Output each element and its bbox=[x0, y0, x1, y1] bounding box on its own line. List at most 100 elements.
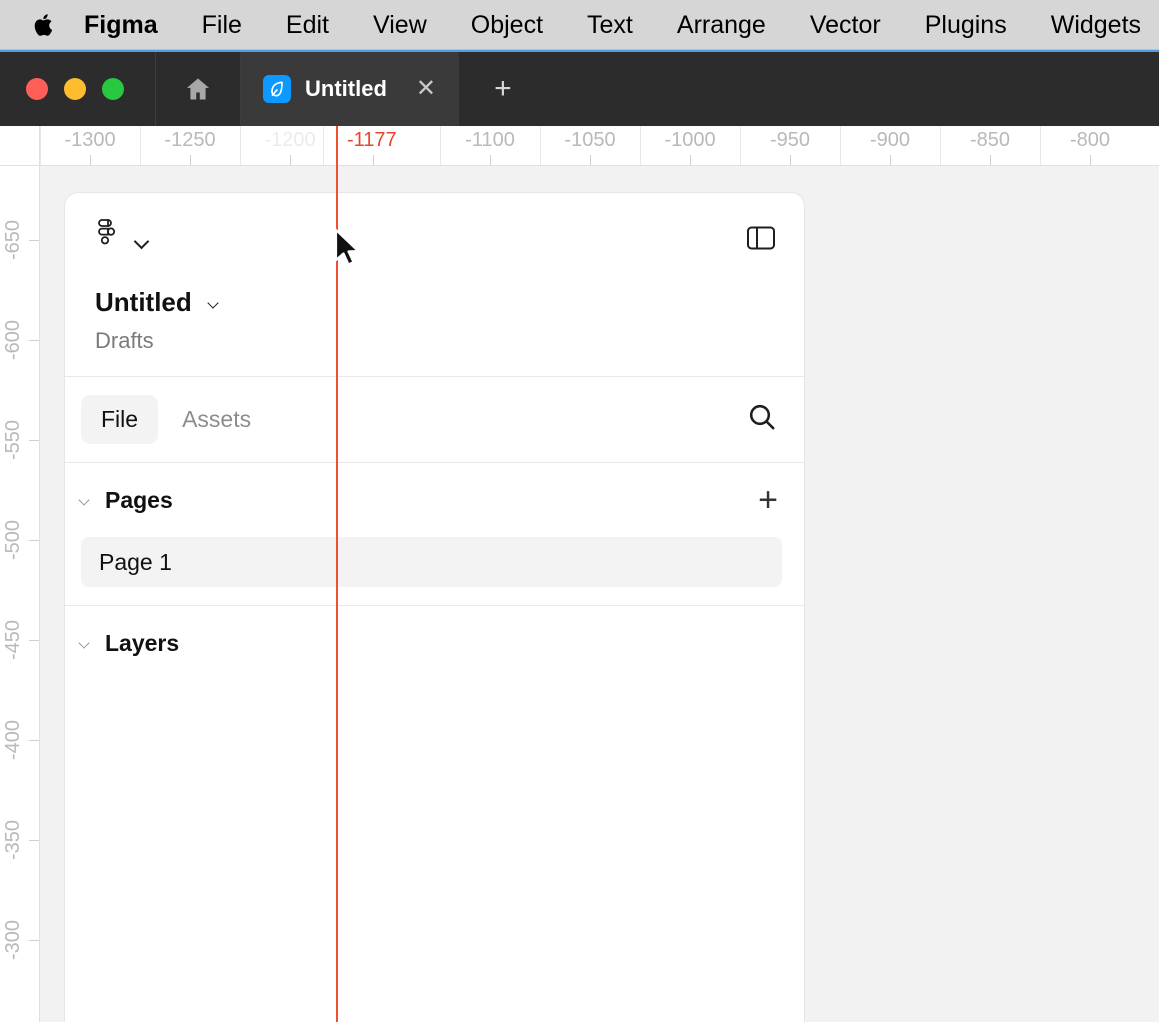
new-tab-button[interactable]: + bbox=[460, 52, 546, 126]
menu-item-file[interactable]: File bbox=[180, 0, 264, 49]
ruler-tick bbox=[90, 155, 91, 165]
ruler-tick-label: -900 bbox=[869, 129, 911, 151]
page-label: Page 1 bbox=[99, 548, 172, 575]
ruler-tick bbox=[29, 240, 39, 241]
ruler-tick-label: -800 bbox=[1069, 129, 1111, 151]
figma-menu-button[interactable] bbox=[95, 218, 149, 262]
ruler-tick bbox=[29, 440, 39, 441]
ruler-tick-label: -1250 bbox=[164, 129, 216, 151]
tab-file[interactable]: File bbox=[81, 395, 159, 444]
ruler-tick bbox=[290, 155, 291, 165]
pages-section-header[interactable]: Pages + bbox=[79, 463, 782, 537]
ruler-tick-label: -350 bbox=[2, 819, 24, 861]
page-title: Untitled bbox=[95, 287, 192, 317]
ruler-tick bbox=[29, 940, 39, 941]
ruler-tick bbox=[590, 155, 591, 165]
apple-logo-icon[interactable] bbox=[34, 8, 56, 42]
ruler-tick bbox=[29, 840, 39, 841]
home-icon[interactable] bbox=[156, 52, 241, 126]
ruler-tick-label: -1050 bbox=[564, 129, 616, 151]
ruler-tick bbox=[490, 155, 491, 165]
ruler-major-line bbox=[1040, 126, 1041, 165]
vertical-guide-line[interactable] bbox=[336, 126, 338, 1022]
menu-item-object[interactable]: Object bbox=[449, 0, 565, 49]
chevron-down-icon bbox=[135, 236, 149, 244]
vertical-ruler[interactable]: -650 -600 -550 -500 -450 -400 -350 -300 bbox=[0, 166, 40, 1022]
menu-item-edit[interactable]: Edit bbox=[264, 0, 351, 49]
menu-item-view[interactable]: View bbox=[351, 0, 449, 49]
figma-design-file-icon bbox=[263, 75, 291, 103]
ruler-tick-label: -400 bbox=[2, 719, 24, 761]
window-tab-bar: Untitled ✕ + bbox=[0, 50, 1159, 126]
menu-item-arrange[interactable]: Arrange bbox=[655, 0, 788, 49]
ruler-major-line bbox=[323, 126, 324, 165]
ruler-tick-label: -1200 bbox=[264, 129, 316, 151]
menu-item-figma[interactable]: Figma bbox=[84, 0, 180, 49]
ruler-major-line bbox=[40, 126, 41, 165]
list-item[interactable]: Page 1 bbox=[81, 537, 782, 587]
ruler-tick-label: -1100 bbox=[465, 129, 515, 151]
file-location-label: Drafts bbox=[95, 328, 154, 353]
ruler-corner bbox=[0, 126, 40, 166]
ruler-tick bbox=[29, 340, 39, 341]
ruler-tick bbox=[890, 155, 891, 165]
ruler-major-line bbox=[640, 126, 641, 165]
ruler-tick bbox=[690, 155, 691, 165]
ruler-tick-label: -1300 bbox=[64, 129, 116, 151]
ruler-tick-label: -1000 bbox=[664, 129, 716, 151]
ruler-tick-label: -600 bbox=[2, 319, 24, 361]
file-name-row[interactable]: Untitled bbox=[95, 287, 776, 318]
close-window-button[interactable] bbox=[26, 78, 48, 100]
layers-section-header[interactable]: Layers bbox=[79, 606, 782, 680]
ruler-tick bbox=[190, 155, 191, 165]
ruler-tick bbox=[29, 540, 39, 541]
ruler-tick-label: -550 bbox=[2, 419, 24, 461]
panel-header: Untitled Drafts bbox=[65, 193, 804, 377]
chevron-down-icon[interactable] bbox=[208, 299, 222, 307]
menu-item-vector[interactable]: Vector bbox=[788, 0, 903, 49]
menu-item-widgets[interactable]: Widgets bbox=[1029, 0, 1159, 49]
ruler-major-line bbox=[740, 126, 741, 165]
tab-title: Untitled bbox=[305, 76, 387, 101]
ruler-tick bbox=[29, 640, 39, 641]
ruler-tick bbox=[373, 155, 374, 165]
ruler-tick-label: -450 bbox=[2, 619, 24, 661]
ruler-tick-label: -500 bbox=[2, 519, 24, 561]
figma-logo-icon bbox=[95, 218, 121, 262]
file-tab-untitled[interactable]: Untitled ✕ bbox=[241, 52, 460, 126]
macos-menu-bar: Figma File Edit View Object Text Arrange Vector… bbox=[0, 0, 1159, 50]
ruler-tick bbox=[1090, 155, 1091, 165]
sidebar-toggle-icon[interactable] bbox=[746, 225, 776, 256]
figma-app-window: Figma File Edit View Object Text Arrange Vector… bbox=[0, 0, 1159, 1022]
menu-item-plugins[interactable]: Plugins bbox=[903, 0, 1029, 49]
horizontal-ruler[interactable]: -1300 -1250 -1200 -1177 -1100 -1050 -1000 -950 -… bbox=[0, 126, 1159, 166]
close-icon[interactable]: ✕ bbox=[413, 77, 439, 101]
search-icon[interactable] bbox=[746, 401, 778, 438]
canvas-area[interactable]: -1300 -1250 -1200 -1177 -1100 -1050 -1000 -950 -… bbox=[0, 126, 1159, 1022]
panel-tabs: File Assets bbox=[65, 377, 804, 463]
ruler-tick-label: -650 bbox=[2, 219, 24, 261]
ruler-major-line bbox=[240, 126, 241, 165]
menu-item-text[interactable]: Text bbox=[565, 0, 655, 49]
pages-title: Pages bbox=[105, 486, 173, 513]
chevron-down-icon[interactable] bbox=[79, 639, 93, 647]
minimize-window-button[interactable] bbox=[64, 78, 86, 100]
ruler-tick bbox=[990, 155, 991, 165]
ruler-tick-label: -300 bbox=[2, 919, 24, 961]
pages-section: Pages + Page 1 bbox=[65, 463, 804, 606]
maximize-window-button[interactable] bbox=[102, 78, 124, 100]
ruler-major-line bbox=[440, 126, 441, 165]
ruler-tick-label: -950 bbox=[769, 129, 811, 151]
ruler-tick-label: -850 bbox=[969, 129, 1011, 151]
ruler-major-line bbox=[840, 126, 841, 165]
chevron-down-icon[interactable] bbox=[79, 496, 93, 504]
add-page-button[interactable]: + bbox=[758, 483, 782, 517]
layers-title: Layers bbox=[105, 629, 180, 656]
ruler-tick bbox=[790, 155, 791, 165]
ruler-major-line bbox=[940, 126, 941, 165]
tab-assets[interactable]: Assets bbox=[162, 395, 271, 444]
ruler-tick-label: -1177 bbox=[347, 129, 397, 151]
ruler-major-line bbox=[540, 126, 541, 165]
menu-items: Figma File Edit View Object Text Arrange Vector… bbox=[84, 0, 1159, 49]
ruler-tick bbox=[29, 740, 39, 741]
